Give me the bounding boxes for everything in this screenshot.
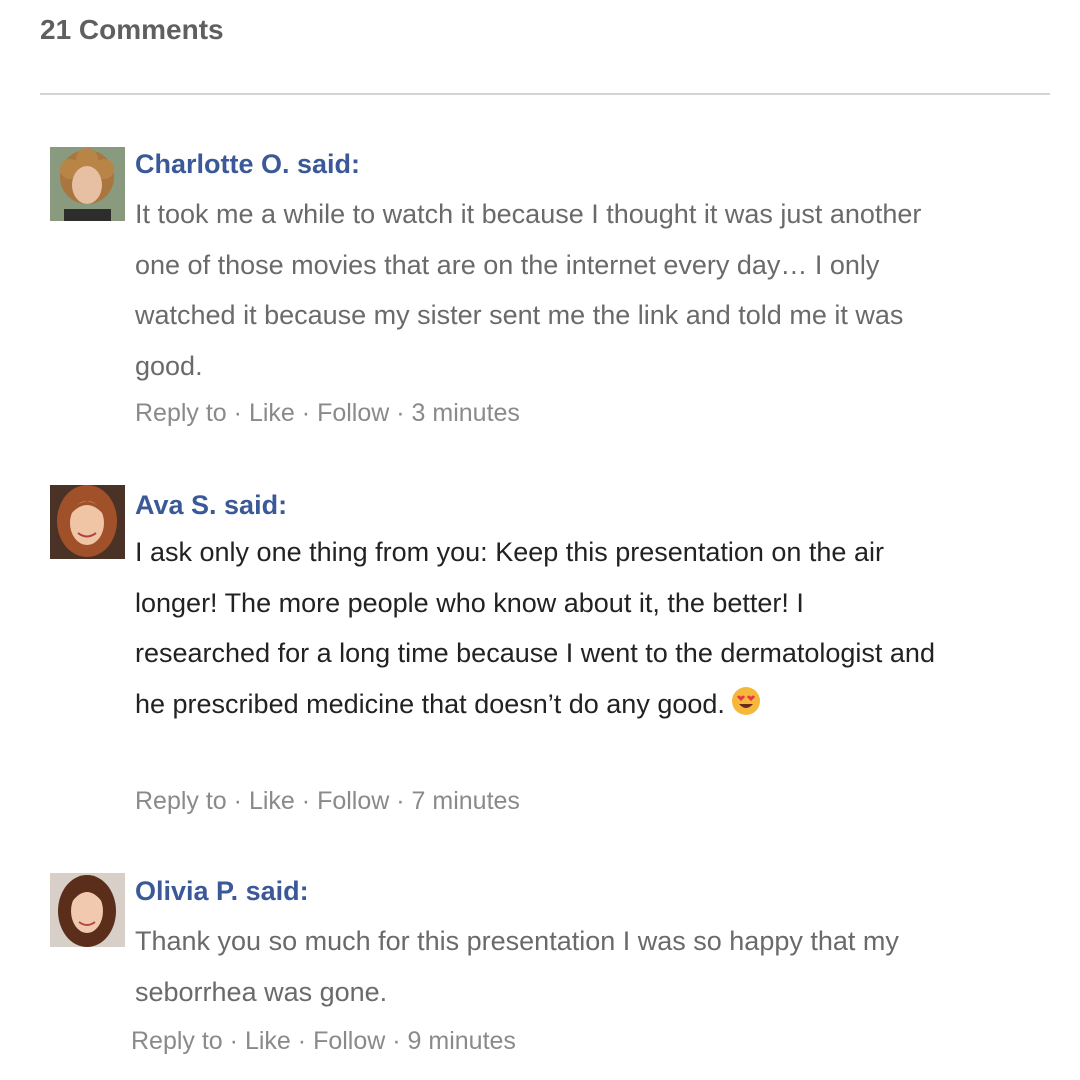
- comment-actions: Reply to · Like · Follow · 7 minutes: [135, 784, 520, 818]
- reply-button[interactable]: Reply to: [135, 399, 227, 427]
- comment-text: It took me a while to watch it because I…: [135, 199, 922, 381]
- comment-author[interactable]: Olivia P. said:: [135, 872, 309, 910]
- comment-author[interactable]: Ava S. said:: [135, 486, 287, 524]
- avatar[interactable]: [50, 873, 125, 947]
- like-button[interactable]: Like: [245, 1027, 291, 1055]
- like-button[interactable]: Like: [249, 399, 295, 427]
- comment-author[interactable]: Charlotte O. said:: [135, 145, 360, 183]
- comment-text: Thank you so much for this presentation …: [135, 926, 899, 1007]
- comment-time: 7 minutes: [411, 787, 520, 815]
- avatar-brown-hair-woman-icon: [50, 873, 125, 947]
- comment-time: 9 minutes: [407, 1027, 516, 1055]
- heart-eyes-emoji-icon: [731, 682, 761, 733]
- separator: ·: [396, 787, 405, 815]
- separator: ·: [301, 787, 311, 815]
- comment-actions: Reply to · Like · Follow · 3 minutes: [135, 396, 520, 430]
- comment-actions: Reply to · Like · Follow · 9 minutes: [131, 1024, 516, 1058]
- follow-button[interactable]: Follow: [313, 1027, 385, 1055]
- separator: ·: [233, 399, 242, 427]
- separator: ·: [233, 787, 242, 815]
- header-divider: [40, 93, 1050, 95]
- separator: ·: [229, 1027, 238, 1055]
- comment-time: 3 minutes: [411, 399, 520, 427]
- separator: ·: [396, 399, 405, 427]
- avatar[interactable]: [50, 147, 125, 221]
- follow-button[interactable]: Follow: [317, 787, 389, 815]
- comment-text: I ask only one thing from you: Keep this…: [135, 527, 935, 732]
- separator: ·: [301, 399, 311, 427]
- reply-button[interactable]: Reply to: [135, 787, 227, 815]
- avatar[interactable]: [50, 485, 125, 559]
- separator: ·: [392, 1027, 401, 1055]
- like-button[interactable]: Like: [249, 787, 295, 815]
- avatar-red-hair-woman-icon: [50, 485, 125, 559]
- separator: ·: [297, 1027, 307, 1055]
- comment-text-content: I ask only one thing from you: Keep this…: [135, 537, 935, 719]
- avatar-curly-hair-woman-icon: [50, 147, 125, 221]
- follow-button[interactable]: Follow: [317, 399, 389, 427]
- reply-button[interactable]: Reply to: [131, 1027, 223, 1055]
- comments-header: 21 Comments: [40, 14, 224, 45]
